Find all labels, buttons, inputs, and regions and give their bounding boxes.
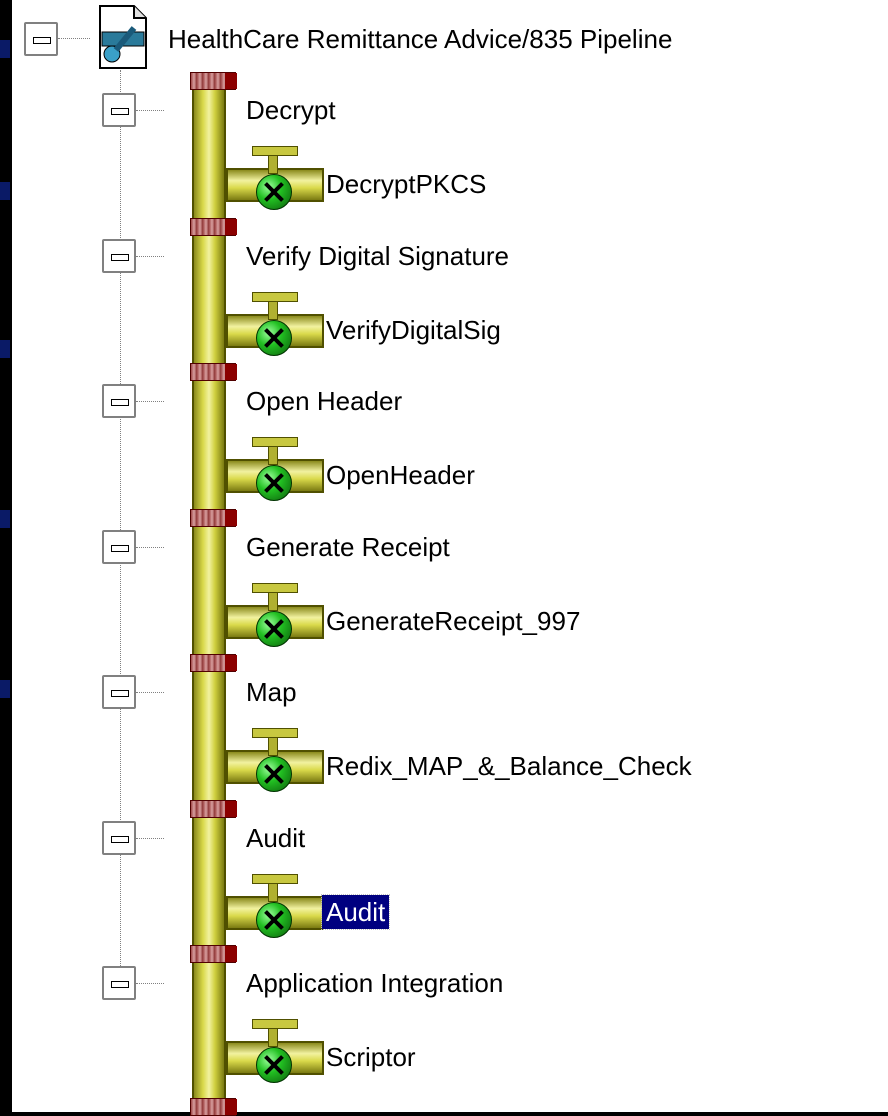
stage-label[interactable]: Application Integration bbox=[246, 966, 503, 1000]
tree-connector bbox=[136, 838, 164, 839]
stage-label[interactable]: Map bbox=[246, 675, 297, 709]
stage-label[interactable]: Audit bbox=[246, 821, 305, 855]
tree-connector bbox=[136, 547, 164, 548]
stage-collapse-icon[interactable] bbox=[102, 93, 136, 127]
tree-connector bbox=[136, 692, 164, 693]
side-bar-mark bbox=[0, 182, 10, 200]
tree-connector bbox=[58, 38, 90, 39]
tree-connector bbox=[136, 256, 164, 257]
pipe-joint bbox=[190, 1098, 237, 1116]
pipeline-document-icon bbox=[99, 5, 147, 69]
pipe-joint bbox=[190, 363, 237, 381]
component-label[interactable]: OpenHeader bbox=[326, 458, 475, 492]
pipeline-tree-view: HealthCare Remittance Advice/835 Pipelin… bbox=[12, 0, 888, 1116]
stage-collapse-icon[interactable] bbox=[102, 675, 136, 709]
pipe-joint bbox=[190, 945, 237, 963]
valve-component-icon bbox=[226, 146, 324, 210]
valve-component-icon bbox=[226, 292, 324, 356]
stage-collapse-icon[interactable] bbox=[102, 384, 136, 418]
valve-component-icon bbox=[226, 728, 324, 792]
valve-component-icon bbox=[226, 1019, 324, 1083]
component-label[interactable]: GenerateReceipt_997 bbox=[326, 604, 580, 638]
tree-connector bbox=[136, 110, 164, 111]
stage-label[interactable]: Decrypt bbox=[246, 93, 336, 127]
root-label[interactable]: HealthCare Remittance Advice/835 Pipelin… bbox=[168, 22, 672, 56]
stage-collapse-icon[interactable] bbox=[102, 239, 136, 273]
component-label[interactable]: Redix_MAP_&_Balance_Check bbox=[326, 749, 692, 783]
pipe-joint bbox=[190, 509, 237, 527]
stage-collapse-icon[interactable] bbox=[102, 530, 136, 564]
stage-collapse-icon[interactable] bbox=[102, 821, 136, 855]
tree-connector bbox=[136, 401, 164, 402]
side-bar-mark bbox=[0, 40, 10, 58]
pipe-joint bbox=[190, 654, 237, 672]
side-bar-mark bbox=[0, 680, 10, 698]
tree-connector bbox=[136, 983, 164, 984]
pipe-joint bbox=[190, 72, 237, 90]
component-label[interactable]: VerifyDigitalSig bbox=[326, 313, 501, 347]
side-bar-mark bbox=[0, 510, 10, 528]
pipe-joint bbox=[190, 218, 237, 236]
valve-component-icon bbox=[226, 874, 324, 938]
component-label[interactable]: DecryptPKCS bbox=[326, 167, 486, 201]
stage-label[interactable]: Open Header bbox=[246, 384, 402, 418]
stage-label[interactable]: Generate Receipt bbox=[246, 530, 450, 564]
component-label[interactable]: Scriptor bbox=[326, 1040, 416, 1074]
stage-collapse-icon[interactable] bbox=[102, 966, 136, 1000]
component-label[interactable]: Audit bbox=[320, 894, 391, 930]
root-collapse-icon[interactable] bbox=[24, 22, 58, 56]
side-bar-mark bbox=[0, 340, 10, 358]
pipe-joint bbox=[190, 800, 237, 818]
valve-component-icon bbox=[226, 437, 324, 501]
valve-component-icon bbox=[226, 583, 324, 647]
stage-label[interactable]: Verify Digital Signature bbox=[246, 239, 509, 273]
